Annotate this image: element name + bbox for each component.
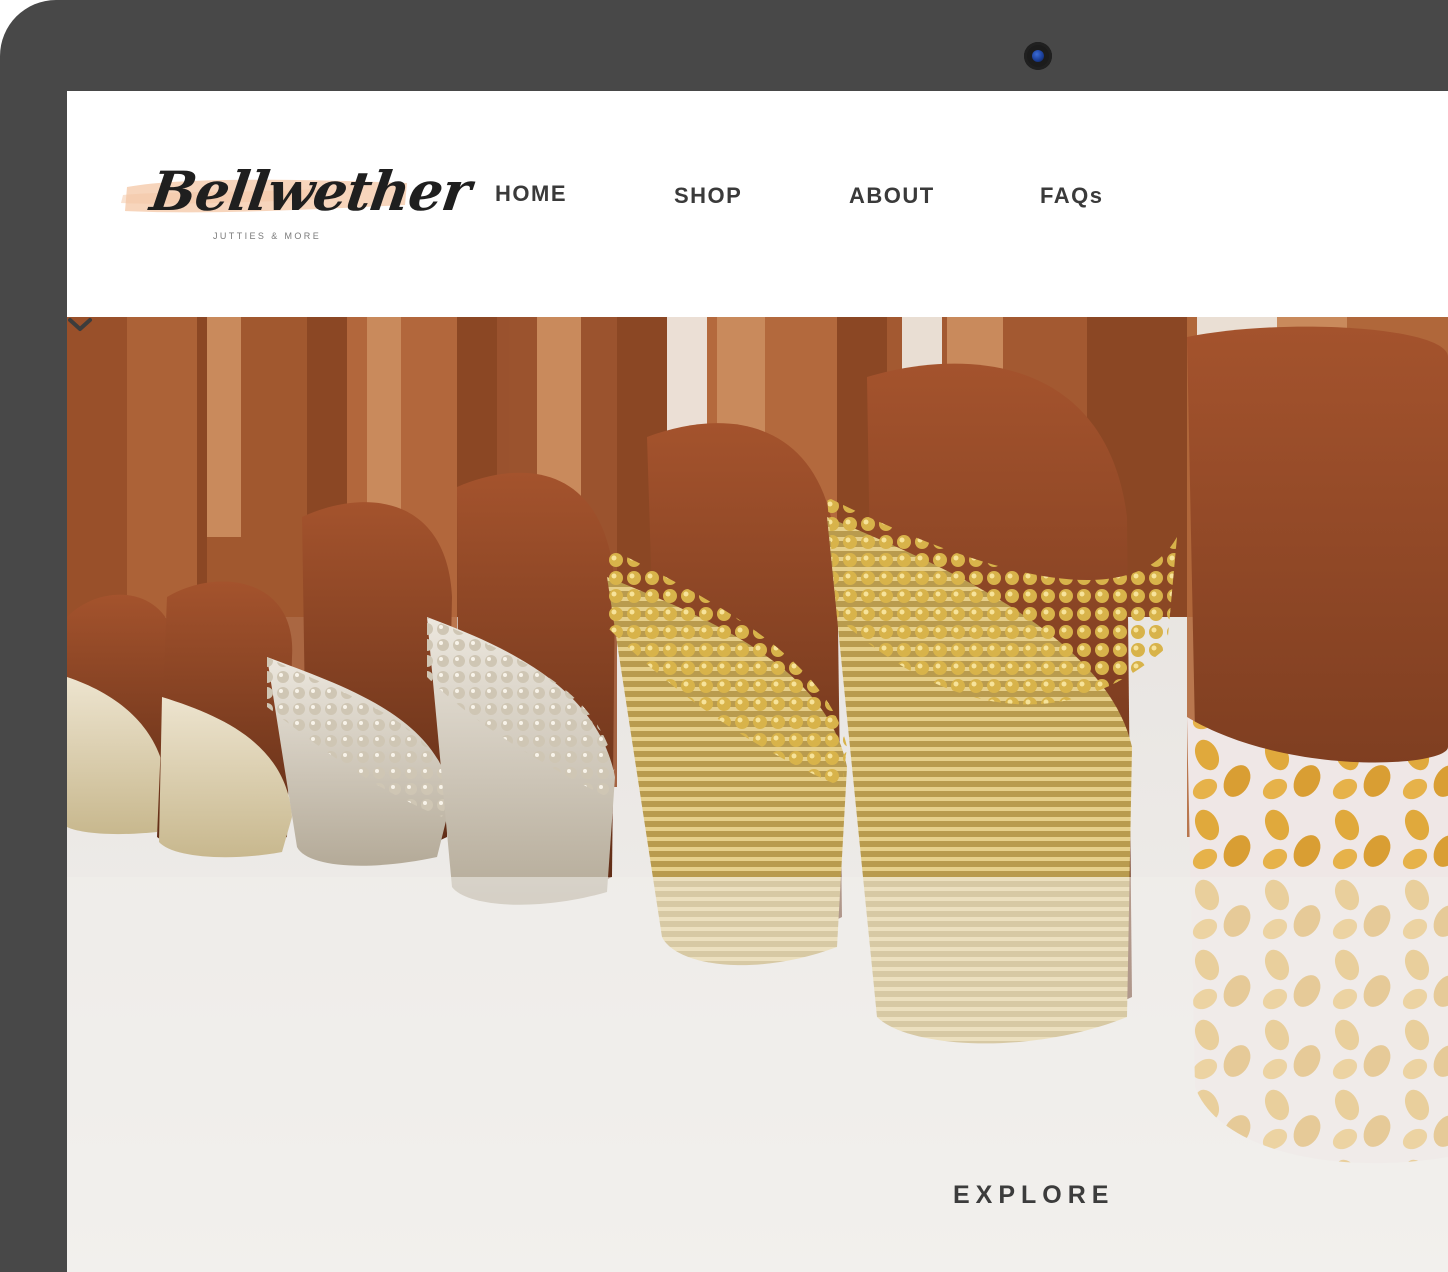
website-screen: Bellwether JUTTIES & MORE HOME SHOP ABOU…	[67, 91, 1448, 1272]
nav-item-shop[interactable]: SHOP	[674, 183, 742, 209]
webcam-icon	[1024, 42, 1052, 70]
brand-tagline: JUTTIES & MORE	[213, 231, 322, 241]
brand-logo[interactable]: Bellwether JUTTIES & MORE	[121, 153, 474, 245]
chevron-down-icon[interactable]	[67, 317, 93, 333]
site-header: Bellwether JUTTIES & MORE HOME SHOP ABOU…	[67, 91, 1448, 317]
laptop-bezel: Bellwether JUTTIES & MORE HOME SHOP ABOU…	[0, 0, 1448, 1272]
explore-link[interactable]: EXPLORE	[953, 1181, 1114, 1210]
nav-item-about[interactable]: ABOUT	[849, 183, 935, 209]
hero-shoes-image	[67, 317, 1448, 1272]
hero-banner: EXPLORE	[67, 317, 1448, 1272]
nav-item-home[interactable]: HOME	[495, 181, 567, 207]
brand-wordmark: Bellwether	[146, 159, 475, 223]
nav-item-faqs[interactable]: FAQs	[1040, 183, 1103, 209]
